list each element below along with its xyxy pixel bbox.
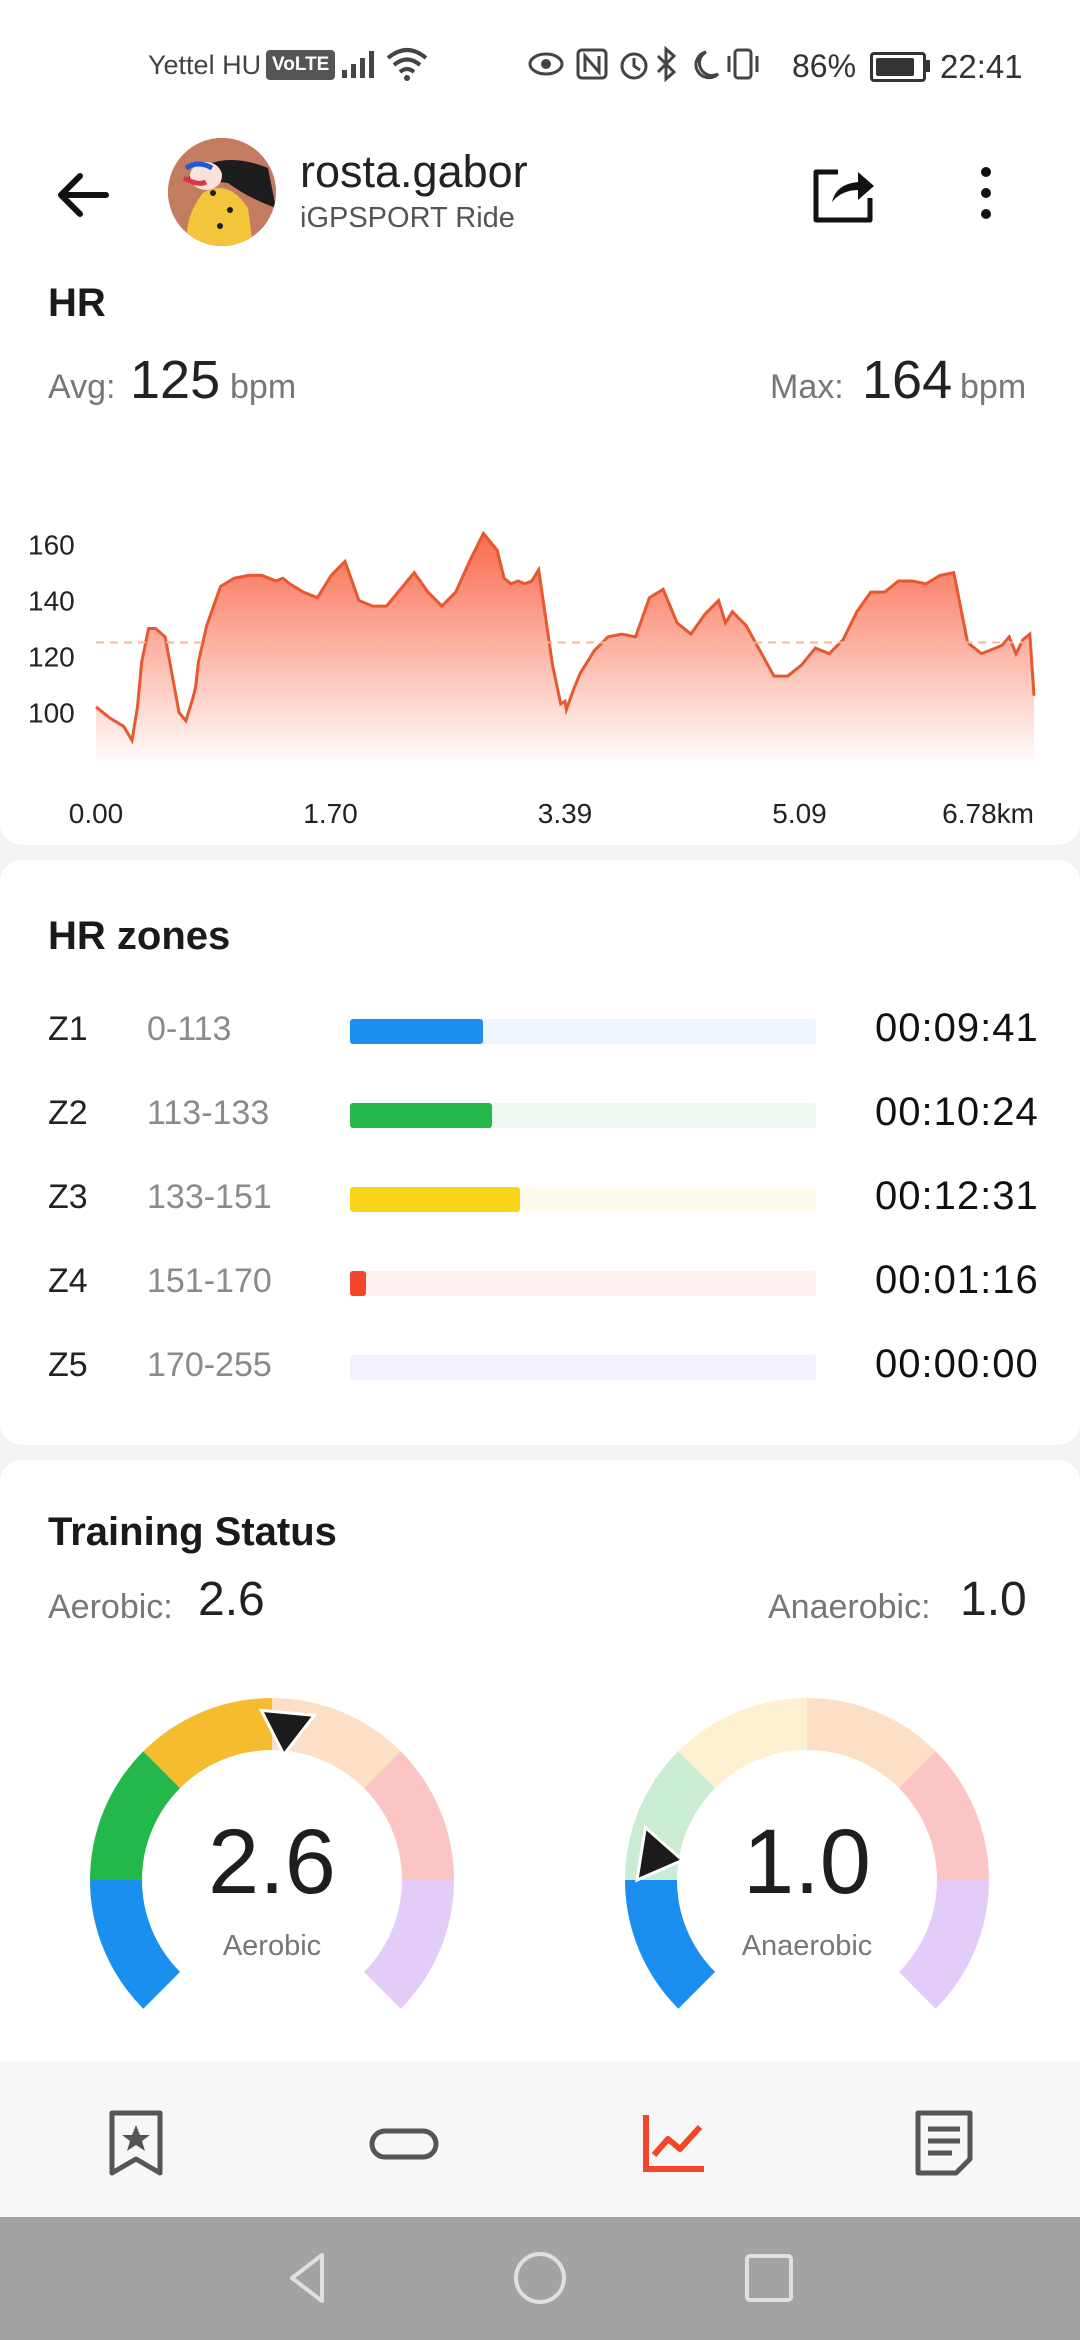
zone-bar-fill [350,1103,493,1128]
zone-name: Z2 [48,1094,88,1132]
zone-row: Z2 113-133 00:10:24 [0,1084,1080,1144]
zone-time: 00:00:00 [875,1342,1039,1386]
y-tick-label: 140 [28,586,75,617]
system-home-icon[interactable] [509,2247,571,2309]
clock-time: 22:41 [940,48,1023,85]
bluetooth-icon [656,45,677,83]
zone-name: Z1 [48,1010,88,1048]
bookmark-star-icon[interactable] [100,2107,172,2179]
hr-title: HR [48,281,106,325]
hr-avg-label: Avg: [48,368,116,406]
aerobic-gauge-label: Aerobic [222,1930,322,1962]
hr-area-fill [96,533,1034,760]
aerobic-gauge-value: 2.6 [208,1811,336,1913]
zone-bar-track [350,1187,816,1212]
eye-icon [528,52,564,76]
app-header: rosta.gabor iGPSPORT Ride [0,130,1080,255]
aerobic-value: 2.6 [198,1573,265,1626]
anaerobic-gauge-label: Anaerobic [741,1930,873,1962]
zone-bar-track [350,1103,816,1128]
zone-name: Z4 [48,1262,88,1300]
battery-percent: 86% [792,48,857,84]
y-tick-label: 120 [28,641,75,672]
zone-name: Z3 [48,1178,88,1216]
zone-row: Z5 170-255 00:00:00 [0,1336,1080,1396]
system-back-icon[interactable] [278,2247,340,2309]
battery-cap [925,60,930,72]
hr-avg-unit: bpm [230,368,297,406]
bottom-nav [0,2062,1080,2217]
hr-chart: 160 140 120 100 0.00 1.70 3.39 5.09 6.78km [28,530,1036,829]
alarm-icon [620,52,648,80]
zone-row: Z1 0-113 00:09:41 [0,1000,1080,1060]
zone-range: 133-151 [147,1178,272,1216]
anaerobic-label: Anaerobic: [768,1588,931,1626]
hr-max-label: Max: [770,368,844,406]
username: rosta.gabor [300,146,528,197]
back-arrow-icon[interactable] [48,160,118,230]
zone-bar-fill [350,1019,483,1044]
y-tick-label: 160 [28,530,75,561]
training-status-card: Training Status Aerobic: 2.6 Anaerobic: … [0,1460,1080,2160]
chart-icon[interactable] [638,2107,710,2179]
more-options-icon[interactable] [958,158,1014,228]
x-tick-label: 3.39 [538,798,593,829]
zone-bar-track [350,1271,816,1296]
zone-range: 170-255 [147,1346,272,1384]
zone-name: Z5 [48,1346,88,1384]
hr-max-value: 164 [862,350,953,410]
zone-bar-track [350,1355,816,1380]
hr-max-unit: bpm [960,368,1027,406]
zone-bar-fill [350,1271,367,1296]
vibrate-icon [727,48,759,80]
share-icon[interactable] [808,158,878,228]
signal-icon [342,51,374,78]
hr-card: HR Avg: 125 bpm Max: 164 bpm 160 140 120 10… [0,255,1080,845]
battery-fill [876,58,914,76]
battery-icon [870,52,926,82]
avatar-illustration [168,138,276,246]
x-tick-label: 5.09 [772,798,827,829]
moon-icon [694,50,720,80]
zone-time: 00:10:24 [875,1090,1039,1134]
hr-avg-value: 125 [130,350,221,410]
anaerobic-gauge-value: 1.0 [743,1811,871,1913]
aerobic-label: Aerobic: [48,1588,173,1626]
status-bar: Yettel HU VoLTE 86% 22:41 [0,0,1080,130]
wifi-icon [386,48,428,81]
zone-bar-track [350,1019,816,1044]
zone-range: 0-113 [147,1010,232,1048]
system-nav-bar [0,2217,1080,2340]
avatar[interactable] [168,138,276,246]
hr-zones-card: HR zones Z1 0-113 00:09:41 Z2 113-133 00… [0,860,1080,1445]
nfc-icon [576,48,608,80]
zone-row: Z4 151-170 00:01:16 [0,1252,1080,1312]
zone-time: 00:12:31 [875,1174,1039,1218]
document-icon[interactable] [908,2107,980,2179]
zone-row: Z3 133-151 00:12:31 [0,1168,1080,1228]
system-recents-icon[interactable] [738,2247,800,2309]
carrier-label: Yettel HU [148,50,262,80]
zone-range: 113-133 [147,1094,270,1132]
x-tick-label: 1.70 [303,798,358,829]
y-tick-label: 100 [28,697,75,728]
x-tick-label: 6.78km [942,798,1034,829]
zone-bar-fill [350,1187,520,1212]
zone-time: 00:09:41 [875,1006,1039,1050]
training-status-title: Training Status [48,1510,337,1554]
status-icons [528,44,778,84]
hr-zones-title: HR zones [48,914,231,958]
device-subtitle: iGPSPORT Ride [300,202,515,234]
zone-range: 151-170 [147,1262,272,1300]
track-loop-icon[interactable] [368,2107,440,2179]
status-icons-svg [528,45,759,83]
anaerobic-value: 1.0 [960,1573,1027,1626]
volte-badge: VoLTE [266,50,336,80]
x-tick-label: 0.00 [69,798,124,829]
zone-time: 00:01:16 [875,1258,1039,1302]
